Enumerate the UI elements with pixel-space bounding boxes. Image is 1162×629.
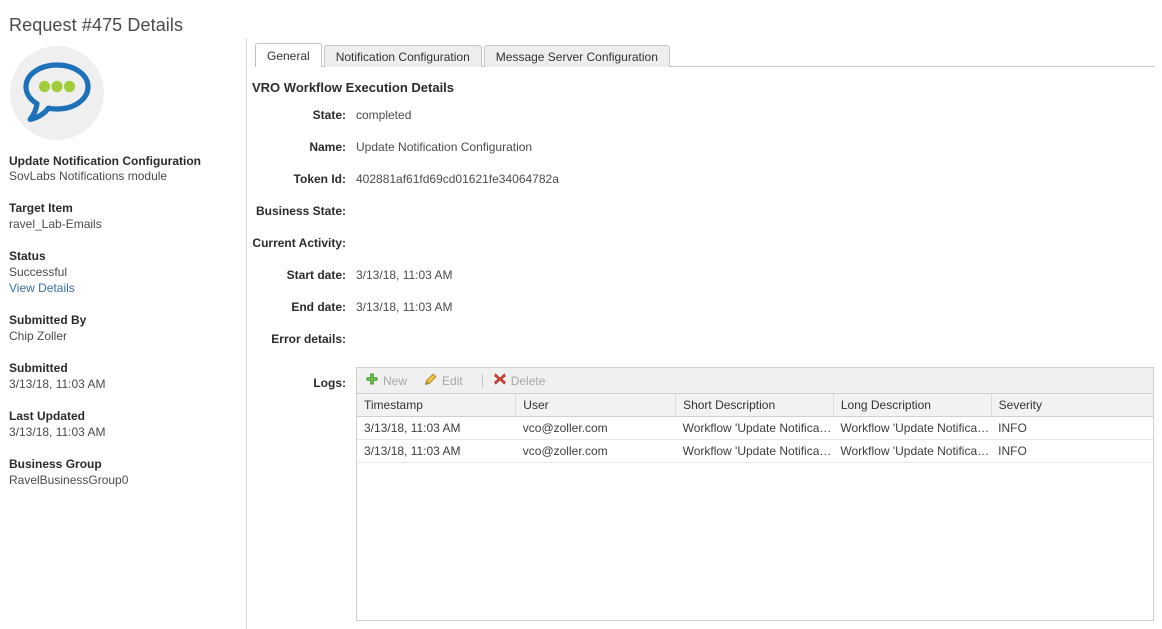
column-header-short-description[interactable]: Short Description [676,394,834,417]
toolbar-separator [482,374,483,388]
sidebar-block-status: Status Successful View Details [9,248,237,296]
table-row[interactable]: 3/13/18, 11:03 AM vco@zoller.com Workflo… [357,440,1153,463]
logs-panel: New Edit [356,367,1154,621]
logs-toolbar: New Edit [357,368,1153,394]
name-value: Update Notification Configuration [356,139,1162,155]
field-end-date: End date: 3/13/18, 11:03 AM [247,299,1162,331]
table-header-row: Timestamp User Short Description Long De… [357,394,1153,417]
error-details-label: Error details: [247,331,356,347]
plus-icon [366,373,378,388]
business-group-label: Business Group [9,456,237,472]
target-item-label: Target Item [9,200,237,216]
tab-notification-configuration[interactable]: Notification Configuration [324,45,482,67]
logs-table: Timestamp User Short Description Long De… [357,394,1153,463]
name-label: Name: [247,139,356,155]
current-activity-label: Current Activity: [247,235,356,251]
sidebar-block-target-item: Target Item ravel_Lab-Emails [9,200,237,232]
cell-user: vco@zoller.com [516,440,676,463]
business-group-value: RavelBusinessGroup0 [9,472,237,488]
token-id-label: Token Id: [247,171,356,187]
item-subtitle: SovLabs Notifications module [9,169,237,184]
cell-timestamp: 3/13/18, 11:03 AM [357,417,516,440]
tab-general[interactable]: General [255,43,322,67]
section-heading: VRO Workflow Execution Details [252,80,1162,95]
request-details-content: General Notification Configuration Messa… [247,38,1162,629]
target-item-value: ravel_Lab-Emails [9,216,237,232]
sidebar-block-last-updated: Last Updated 3/13/18, 11:03 AM [9,408,237,440]
field-error-details: Error details: [247,331,1162,363]
edit-button[interactable]: Edit [424,373,472,389]
cell-long-description: Workflow 'Update Notificatio... [833,440,991,463]
end-date-value: 3/13/18, 11:03 AM [356,299,1162,315]
request-sidebar: Update Notification Configuration SovLab… [0,38,247,629]
cell-severity: INFO [991,440,1153,463]
field-start-date: Start date: 3/13/18, 11:03 AM [247,267,1162,299]
last-updated-value: 3/13/18, 11:03 AM [9,424,237,440]
new-button-label: New [383,374,407,388]
column-header-severity[interactable]: Severity [991,394,1153,417]
token-id-value: 402881af61fd69cd01621fe34064782a [356,171,1162,187]
cell-user: vco@zoller.com [516,417,676,440]
cell-timestamp: 3/13/18, 11:03 AM [357,440,516,463]
business-state-label: Business State: [247,203,356,219]
sidebar-block-submitted-by: Submitted By Chip Zoller [9,312,237,344]
delete-button-label: Delete [511,374,546,388]
table-row[interactable]: 3/13/18, 11:03 AM vco@zoller.com Workflo… [357,417,1153,440]
logs-label: Logs: [247,367,356,391]
tab-strip: General Notification Configuration Messa… [255,42,1162,67]
page-title: Request #475 Details [9,15,183,36]
field-token-id: Token Id: 402881af61fd69cd01621fe3406478… [247,171,1162,203]
cell-long-description: Workflow 'Update Notificatio... [833,417,991,440]
start-date-label: Start date: [247,267,356,283]
delete-button[interactable]: Delete [494,373,555,388]
new-button[interactable]: New [366,373,416,388]
column-header-timestamp[interactable]: Timestamp [357,394,516,417]
status-label: Status [9,248,237,264]
x-icon [494,373,506,388]
tab-message-server-configuration[interactable]: Message Server Configuration [484,45,670,67]
last-updated-label: Last Updated [9,408,237,424]
field-state: State: completed [247,107,1162,139]
sidebar-block-business-group: Business Group RavelBusinessGroup0 [9,456,237,488]
submitted-by-value: Chip Zoller [9,328,237,344]
submitted-by-label: Submitted By [9,312,237,328]
submitted-value: 3/13/18, 11:03 AM [9,376,237,392]
cell-short-description: Workflow 'Update Notificatio... [676,417,834,440]
workflow-detail-form: State: completed Name: Update Notificati… [247,107,1162,621]
cell-short-description: Workflow 'Update Notificatio... [676,440,834,463]
sidebar-block-submitted: Submitted 3/13/18, 11:03 AM [9,360,237,392]
speech-bubble-icon [10,46,104,140]
pencil-icon [424,373,437,389]
column-header-user[interactable]: User [516,394,676,417]
view-details-link[interactable]: View Details [9,280,75,296]
end-date-label: End date: [247,299,356,315]
start-date-value: 3/13/18, 11:03 AM [356,267,1162,283]
state-label: State: [247,107,356,123]
logs-section: Logs: New [247,367,1162,621]
submitted-label: Submitted [9,360,237,376]
logs-table-empty-area [357,463,1153,620]
field-business-state: Business State: [247,203,1162,235]
field-name: Name: Update Notification Configuration [247,139,1162,171]
item-name: Update Notification Configuration [9,154,237,169]
status-value: Successful [9,264,237,280]
state-value: completed [356,107,1162,123]
edit-button-label: Edit [442,374,463,388]
column-header-long-description[interactable]: Long Description [833,394,991,417]
field-current-activity: Current Activity: [247,235,1162,267]
cell-severity: INFO [991,417,1153,440]
